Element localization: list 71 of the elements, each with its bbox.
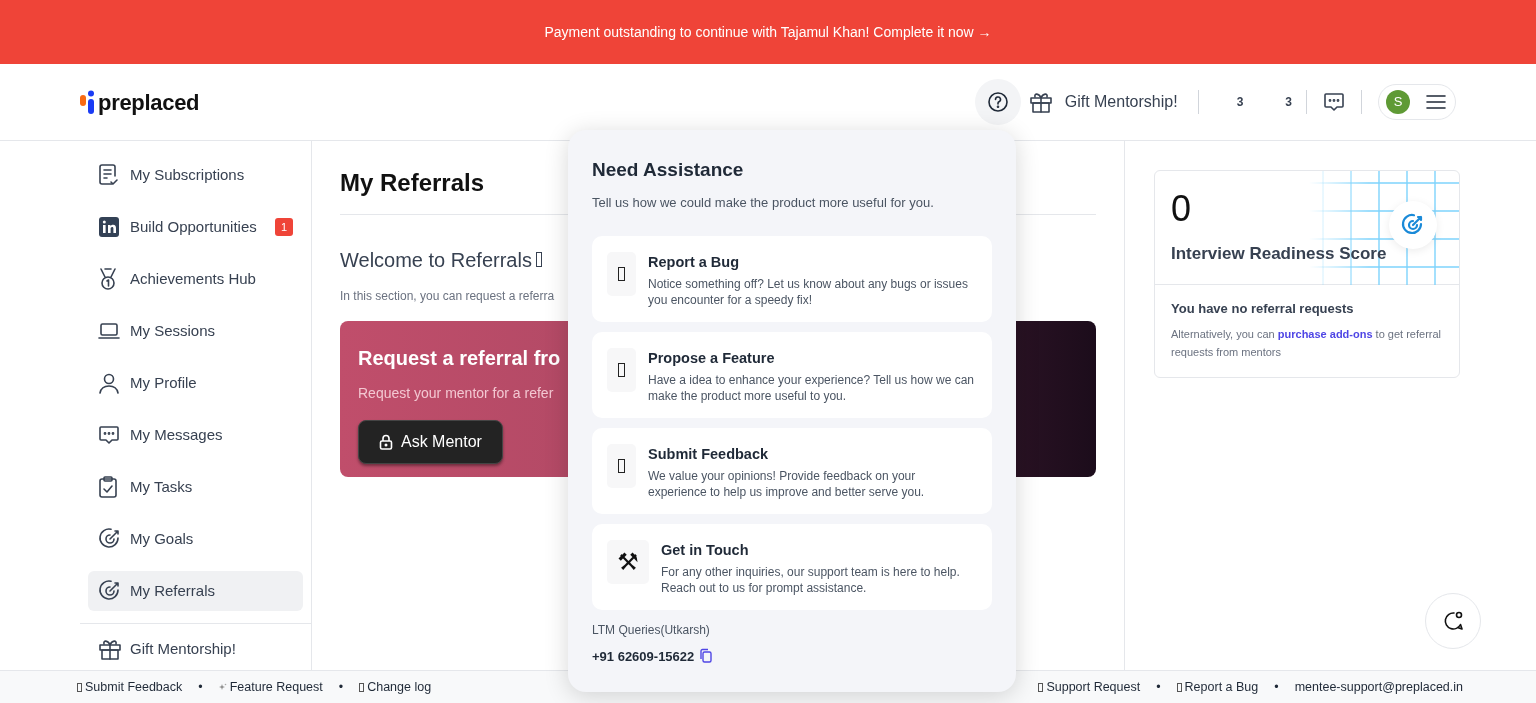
footer-link[interactable]: Change log — [367, 677, 432, 697]
missing-glyph-icon — [535, 252, 542, 268]
messages-icon[interactable] — [1323, 91, 1345, 113]
score-value: 0 — [1171, 191, 1192, 227]
target-icon — [1389, 201, 1437, 249]
assistance-option[interactable]: Propose a Feature Have a idea to enhance your experience? Tell us how we can make the product more useful to you. — [592, 332, 992, 418]
sidebar-item[interactable]: My Goals — [88, 519, 303, 559]
sidebar-item[interactable]: My Subscriptions — [88, 155, 303, 195]
gift-icon — [98, 638, 122, 660]
missing-glyph-icon — [607, 348, 636, 392]
ask-mentor-button[interactable]: Ask Mentor — [358, 419, 503, 464]
intro-text: In this section, you can request a referra — [340, 287, 555, 305]
person-icon — [98, 372, 122, 394]
logo-icon — [80, 90, 94, 114]
sidebar-item[interactable]: My Profile — [88, 363, 303, 403]
footer-link[interactable]: Feature Request — [229, 677, 323, 697]
assistance-option[interactable]: Submit Feedback We value your opinions! Provide feedback on your experience to help us improve and better serve you. — [592, 428, 992, 514]
sidebar-item[interactable]: Achievements Hub — [88, 259, 303, 299]
missing-glyph-icon — [607, 444, 636, 488]
copy-icon[interactable] — [698, 648, 715, 665]
separator-dot: • — [1156, 678, 1161, 696]
purchase-add-ons-link[interactable]: purchase add-ons — [1277, 327, 1373, 340]
gift-icon[interactable] — [1028, 91, 1053, 113]
missing-glyph-icon — [359, 682, 365, 692]
page-title: My Referrals — [340, 169, 485, 196]
separator-dot: • — [198, 678, 203, 696]
separator-dot: • — [1274, 678, 1279, 696]
linkedin-icon — [98, 216, 122, 238]
empty-state-title: You have no referral requests — [1171, 300, 1355, 318]
target-icon — [98, 527, 122, 551]
lock-icon — [379, 433, 393, 450]
hammer-pick-icon: ⚒ — [607, 540, 649, 584]
separator-dot: • — [338, 678, 344, 696]
gift-mentorship-link[interactable]: Gift Mentorship! — [1064, 90, 1178, 114]
menu-icon — [1426, 94, 1446, 110]
sidebar-item[interactable]: Build Opportunities 1 — [88, 207, 303, 247]
footer-link[interactable]: Report a Bug — [1184, 677, 1259, 697]
banner-subtitle: Request your mentor for a refer — [358, 383, 554, 403]
footer-link[interactable]: Submit Feedback — [85, 677, 183, 697]
count-label[interactable]: 3 — [1285, 93, 1292, 111]
count-label[interactable]: 3 — [1236, 93, 1244, 111]
payment-notice[interactable]: Payment outstanding to continue with Tajamul Khan! Complete it now → — [544, 21, 992, 43]
footer-link[interactable]: Support Request — [1046, 677, 1141, 697]
score-label: Interview Readiness Score — [1171, 243, 1388, 265]
missing-glyph-icon — [77, 682, 82, 692]
laptop-icon — [98, 321, 122, 341]
contact-label: LTM Queries(Utkarsh) — [592, 621, 711, 639]
help-icon — [986, 91, 1009, 113]
logo-text[interactable]: preplaced — [98, 85, 200, 119]
sidebar-item[interactable]: Gift Mentorship! — [88, 636, 303, 662]
sidebar-item[interactable]: My Referrals — [88, 571, 303, 611]
sidebar-item[interactable]: My Sessions — [88, 311, 303, 351]
chat-support-button[interactable] — [1425, 593, 1481, 649]
section-heading: Welcome to Referrals — [340, 247, 532, 273]
missing-glyph-icon — [1038, 682, 1044, 692]
assistance-option[interactable]: ⚒ Get in Touch For any other inquiries, our support team is here to help. Reach out to us for prompt assistance. — [592, 524, 992, 610]
missing-glyph-icon — [607, 252, 636, 296]
count-badge: 1 — [274, 217, 293, 237]
chat-icon — [98, 424, 122, 446]
sidebar-item[interactable]: My Messages — [88, 415, 303, 455]
help-button[interactable] — [974, 79, 1021, 125]
popup-subtitle: Tell us how we could make the product more useful for you. — [592, 193, 935, 212]
target-icon — [98, 579, 122, 603]
empty-state-text: Alternatively, you can purchase add-ons to get referral requests from mentors — [1171, 326, 1443, 360]
banner-title: Request a referral fro — [358, 345, 561, 371]
phone-number: +91 62609-15622 — [592, 647, 695, 666]
footer-link[interactable]: mentee-support@preplaced.in — [1294, 677, 1463, 697]
missing-glyph-icon — [1176, 682, 1182, 692]
popup-title: Need Assistance — [592, 158, 745, 182]
sidebar-item[interactable]: My Tasks — [88, 467, 303, 507]
assistance-option[interactable]: Report a Bug Notice something off? Let us know about any bugs or issues you encounter for a speedy fix! — [592, 236, 992, 322]
